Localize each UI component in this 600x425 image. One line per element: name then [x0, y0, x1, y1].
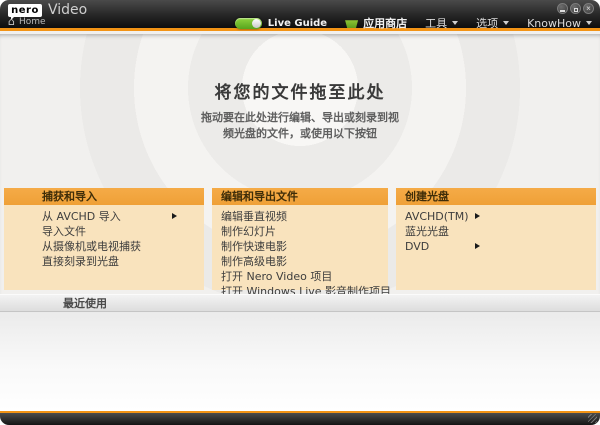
chevron-down-icon [452, 21, 458, 28]
recently-used-area [0, 312, 600, 411]
options-label: 选项 [476, 15, 498, 31]
menu-item-avchd[interactable]: AVCHD(TM) [405, 209, 596, 224]
app-store-button[interactable]: 应用商店 [345, 15, 407, 31]
nero-video-window: nero Video × ⌂ Home Live Guide 应用商店 工具 [0, 0, 600, 425]
menu-item-label: DVD [405, 240, 429, 253]
chevron-down-icon [586, 21, 592, 28]
menu-item-label: 直接刻录到光盘 [42, 255, 119, 268]
menu-item-make-express-movie[interactable]: 制作快速电影 [221, 239, 388, 254]
menu-item-label: 打开 Nero Video 项目 [221, 270, 332, 283]
menu-item-label: 从摄像机或电视捕获 [42, 240, 141, 253]
menu-item-label: 制作快速电影 [221, 240, 287, 253]
chevron-down-icon [503, 21, 509, 28]
live-guide-toggle[interactable] [235, 18, 262, 29]
minimize-button[interactable] [557, 3, 568, 14]
app-title: Video [48, 2, 87, 18]
app-store-label: 应用商店 [363, 15, 407, 31]
menu-item-label: 编辑垂直视频 [221, 210, 287, 223]
menu-item-label: 蓝光光盘 [405, 225, 449, 238]
options-menu[interactable]: 选项 [476, 15, 509, 31]
panel-title-create-disc: 创建光盘 [396, 188, 596, 205]
panel-title-capture-import: 捕获和导入 [4, 188, 204, 205]
shopping-basket-icon [345, 18, 358, 28]
top-menu: Live Guide 应用商店 工具 选项 KnowHow [217, 15, 592, 31]
home-icon: ⌂ [8, 17, 15, 27]
menu-item-make-slideshow[interactable]: 制作幻灯片 [221, 224, 388, 239]
subtitle-line-2: 频光盘的文件，或使用以下按钮 [0, 126, 600, 142]
menu-item-label: AVCHD(TM) [405, 210, 469, 223]
menu-item-label: 导入文件 [42, 225, 86, 238]
drop-zone-title: 将您的文件拖至此处 [0, 78, 600, 103]
subtitle-line-1: 拖动要在此处进行编辑、导出或刻录到视 [0, 110, 600, 126]
panel-body: 编辑垂直视频 制作幻灯片 制作快速电影 制作高级电影 打开 Nero Video… [212, 205, 388, 299]
menu-item-label: 制作高级电影 [221, 255, 287, 268]
menu-item-burn-directly[interactable]: 直接刻录到光盘 [42, 254, 204, 269]
menu-item-import-files[interactable]: 导入文件 [42, 224, 204, 239]
knowhow-menu[interactable]: KnowHow [527, 17, 592, 30]
panel-title-edit-export: 编辑和导出文件 [212, 188, 388, 205]
close-button[interactable]: × [583, 3, 594, 14]
menu-item-import-avchd[interactable]: 从 AVCHD 导入 [42, 209, 204, 224]
window-controls: × [557, 3, 594, 14]
submenu-arrow-icon [475, 243, 480, 249]
breadcrumb-home[interactable]: ⌂ Home [8, 17, 46, 27]
home-label: Home [19, 17, 46, 27]
submenu-arrow-icon [475, 213, 480, 219]
live-guide-toggle-group[interactable]: Live Guide [235, 18, 327, 29]
restore-button[interactable] [570, 3, 581, 14]
minimize-icon [560, 10, 565, 12]
recently-used-header: 最近使用 [0, 294, 600, 312]
knowhow-label: KnowHow [527, 17, 581, 30]
resize-grip-icon[interactable] [588, 414, 597, 423]
menu-item-make-advanced-movie[interactable]: 制作高级电影 [221, 254, 388, 269]
titlebar: nero Video × ⌂ Home Live Guide 应用商店 工具 [0, 0, 600, 31]
restore-icon [574, 8, 578, 12]
panel-create-disc: 创建光盘 AVCHD(TM) 蓝光光盘 DVD [396, 188, 596, 290]
menu-item-edit-vertical-video[interactable]: 编辑垂直视频 [221, 209, 388, 224]
bottom-statusbar [0, 413, 600, 425]
drop-zone-subtitle: 拖动要在此处进行编辑、导出或刻录到视 频光盘的文件，或使用以下按钮 [0, 110, 600, 142]
submenu-arrow-icon [172, 213, 177, 219]
menu-item-dvd[interactable]: DVD [405, 239, 596, 254]
menu-item-bluray-disc[interactable]: 蓝光光盘 [405, 224, 596, 239]
drop-zone[interactable]: 将您的文件拖至此处 拖动要在此处进行编辑、导出或刻录到视 频光盘的文件，或使用以… [0, 34, 600, 294]
panel-body: 从 AVCHD 导入 导入文件 从摄像机或电视捕获 直接刻录到光盘 [4, 205, 204, 269]
menu-item-label: 从 AVCHD 导入 [42, 210, 121, 223]
toggle-knob-icon [252, 19, 261, 28]
tools-menu[interactable]: 工具 [425, 15, 458, 31]
live-guide-label: Live Guide [268, 18, 327, 29]
tools-label: 工具 [425, 15, 447, 31]
panel-body: AVCHD(TM) 蓝光光盘 DVD [396, 205, 596, 254]
menu-item-label: 制作幻灯片 [221, 225, 276, 238]
menu-item-open-nero-video-project[interactable]: 打开 Nero Video 项目 [221, 269, 388, 284]
panel-capture-import: 捕获和导入 从 AVCHD 导入 导入文件 从摄像机或电视捕获 直接刻录到光盘 [4, 188, 204, 290]
menu-item-capture-camcorder-tv[interactable]: 从摄像机或电视捕获 [42, 239, 204, 254]
panel-edit-export: 编辑和导出文件 编辑垂直视频 制作幻灯片 制作快速电影 制作高级电影 打开 Ne… [212, 188, 388, 290]
